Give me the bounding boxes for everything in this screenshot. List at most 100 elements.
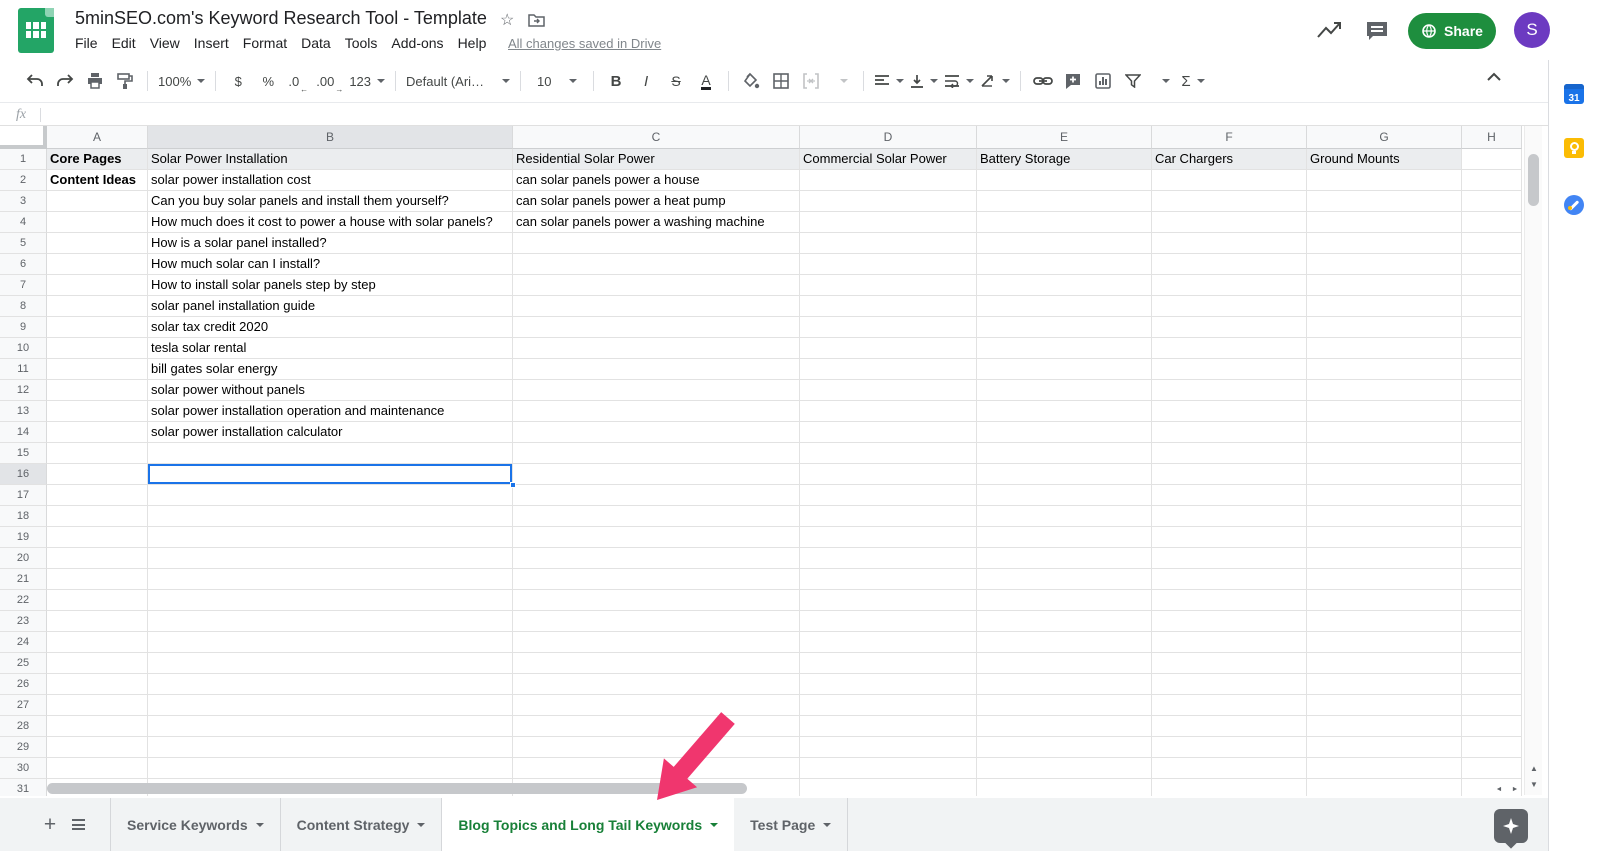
cell-G13[interactable] xyxy=(1307,401,1462,422)
cell-B2[interactable]: solar power installation cost xyxy=(148,170,513,191)
print-button[interactable] xyxy=(83,68,107,94)
cell-H2[interactable] xyxy=(1462,170,1522,191)
cell-E15[interactable] xyxy=(977,443,1152,464)
cell-C17[interactable] xyxy=(513,485,800,506)
cell-C14[interactable] xyxy=(513,422,800,443)
cell-D30[interactable] xyxy=(800,758,977,779)
all-sheets-button[interactable] xyxy=(64,819,92,830)
row-header-19[interactable]: 19 xyxy=(0,527,47,548)
decrease-decimal-button[interactable]: .0 ← xyxy=(286,68,310,95)
cell-H6[interactable] xyxy=(1462,254,1522,275)
cell-H19[interactable] xyxy=(1462,527,1522,548)
cell-A5[interactable] xyxy=(47,233,148,254)
cell-E5[interactable] xyxy=(977,233,1152,254)
cell-B3[interactable]: Can you buy solar panels and install the… xyxy=(148,191,513,212)
vertical-scrollbar-thumb[interactable] xyxy=(1528,154,1539,206)
cell-B14[interactable]: solar power installation calculator xyxy=(148,422,513,443)
cell-D18[interactable] xyxy=(800,506,977,527)
row-header-14[interactable]: 14 xyxy=(0,422,47,443)
cell-D19[interactable] xyxy=(800,527,977,548)
format-currency-button[interactable]: $ xyxy=(226,68,250,94)
cell-B13[interactable]: solar power installation operation and m… xyxy=(148,401,513,422)
cell-H24[interactable] xyxy=(1462,632,1522,653)
cell-B19[interactable] xyxy=(148,527,513,548)
select-all-corner[interactable] xyxy=(0,126,47,149)
cell-F4[interactable] xyxy=(1152,212,1307,233)
cell-H26[interactable] xyxy=(1462,674,1522,695)
cell-G6[interactable] xyxy=(1307,254,1462,275)
cell-H30[interactable] xyxy=(1462,758,1522,779)
scroll-left-button[interactable]: ◄ xyxy=(1492,784,1506,796)
cell-G16[interactable] xyxy=(1307,464,1462,485)
cell-E7[interactable] xyxy=(977,275,1152,296)
cell-A19[interactable] xyxy=(47,527,148,548)
row-header-15[interactable]: 15 xyxy=(0,443,47,464)
text-wrap-menu[interactable] xyxy=(944,68,975,94)
cell-B4[interactable]: How much does it cost to power a house w… xyxy=(148,212,513,233)
insert-comment-button[interactable] xyxy=(1061,68,1085,94)
cell-A2[interactable]: Content Ideas xyxy=(47,170,148,191)
menu-edit[interactable]: Edit xyxy=(105,33,143,53)
cell-B22[interactable] xyxy=(148,590,513,611)
cell-C22[interactable] xyxy=(513,590,800,611)
cell-H20[interactable] xyxy=(1462,548,1522,569)
cell-F7[interactable] xyxy=(1152,275,1307,296)
row-header-25[interactable]: 25 xyxy=(0,653,47,674)
cell-E9[interactable] xyxy=(977,317,1152,338)
column-header-F[interactable]: F xyxy=(1152,126,1307,149)
cell-F8[interactable] xyxy=(1152,296,1307,317)
cell-B27[interactable] xyxy=(148,695,513,716)
font-family-select[interactable]: Default (Ari… xyxy=(406,68,511,94)
menu-insert[interactable]: Insert xyxy=(187,33,236,53)
cell-G8[interactable] xyxy=(1307,296,1462,317)
cell-A30[interactable] xyxy=(47,758,148,779)
cell-B26[interactable] xyxy=(148,674,513,695)
cell-D4[interactable] xyxy=(800,212,977,233)
cell-B21[interactable] xyxy=(148,569,513,590)
row-header-26[interactable]: 26 xyxy=(0,674,47,695)
insert-chart-button[interactable] xyxy=(1091,68,1115,94)
cell-C16[interactable] xyxy=(513,464,800,485)
cell-A3[interactable] xyxy=(47,191,148,212)
cell-E21[interactable] xyxy=(977,569,1152,590)
cell-C4[interactable]: can solar panels power a washing machine xyxy=(513,212,800,233)
cell-C15[interactable] xyxy=(513,443,800,464)
font-size-select[interactable]: 10 xyxy=(531,68,583,94)
comment-history-icon[interactable] xyxy=(1364,20,1390,44)
cell-D29[interactable] xyxy=(800,737,977,758)
cell-D7[interactable] xyxy=(800,275,977,296)
cell-H18[interactable] xyxy=(1462,506,1522,527)
text-rotation-menu[interactable] xyxy=(980,68,1011,94)
cell-A25[interactable] xyxy=(47,653,148,674)
column-header-H[interactable]: H xyxy=(1462,126,1522,149)
cell-A11[interactable] xyxy=(47,359,148,380)
cell-F17[interactable] xyxy=(1152,485,1307,506)
column-header-B[interactable]: B xyxy=(148,126,513,149)
cell-E4[interactable] xyxy=(977,212,1152,233)
cell-A4[interactable] xyxy=(47,212,148,233)
cell-A9[interactable] xyxy=(47,317,148,338)
cell-E10[interactable] xyxy=(977,338,1152,359)
cell-A18[interactable] xyxy=(47,506,148,527)
cell-G7[interactable] xyxy=(1307,275,1462,296)
cell-F30[interactable] xyxy=(1152,758,1307,779)
cell-C12[interactable] xyxy=(513,380,800,401)
text-color-button[interactable]: A xyxy=(694,68,718,94)
cell-D1[interactable]: Commercial Solar Power xyxy=(800,149,977,170)
cell-C30[interactable] xyxy=(513,758,800,779)
cell-E22[interactable] xyxy=(977,590,1152,611)
cell-G11[interactable] xyxy=(1307,359,1462,380)
column-header-A[interactable]: A xyxy=(47,126,148,149)
row-header-10[interactable]: 10 xyxy=(0,338,47,359)
row-header-31[interactable]: 31 xyxy=(0,779,47,796)
cell-D2[interactable] xyxy=(800,170,977,191)
star-icon[interactable]: ☆ xyxy=(500,10,514,30)
cell-E2[interactable] xyxy=(977,170,1152,191)
cell-A24[interactable] xyxy=(47,632,148,653)
row-header-18[interactable]: 18 xyxy=(0,506,47,527)
filter-menu[interactable] xyxy=(1151,68,1175,94)
cell-D16[interactable] xyxy=(800,464,977,485)
scroll-right-button[interactable]: ► xyxy=(1508,784,1522,796)
cell-C20[interactable] xyxy=(513,548,800,569)
cell-F15[interactable] xyxy=(1152,443,1307,464)
